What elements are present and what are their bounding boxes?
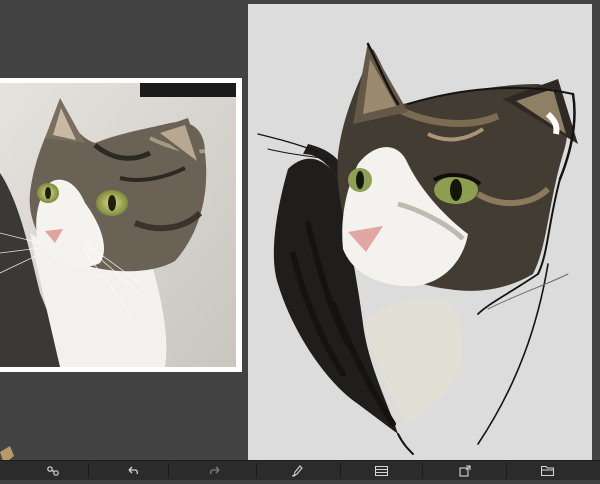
drawing-canvas[interactable] [248,4,592,460]
bottom-toolbar [0,460,600,480]
layers-icon[interactable] [366,461,396,480]
transform-icon[interactable] [450,461,480,480]
toolbar-separator [422,463,423,478]
toolbar-separator [506,463,507,478]
toolbar-separator [168,463,169,478]
brush-icon[interactable] [282,461,312,480]
toolbar-separator [88,463,89,478]
brush-settings-icon[interactable] [38,461,68,480]
folder-icon[interactable] [532,461,562,480]
redo-icon[interactable] [200,461,230,480]
reference-cat-photo [0,83,236,367]
workspace [0,0,600,480]
reference-image-panel[interactable] [0,78,242,372]
undo-icon[interactable] [118,461,148,480]
toolbar-separator [256,463,257,478]
toolbar-separator [340,463,341,478]
